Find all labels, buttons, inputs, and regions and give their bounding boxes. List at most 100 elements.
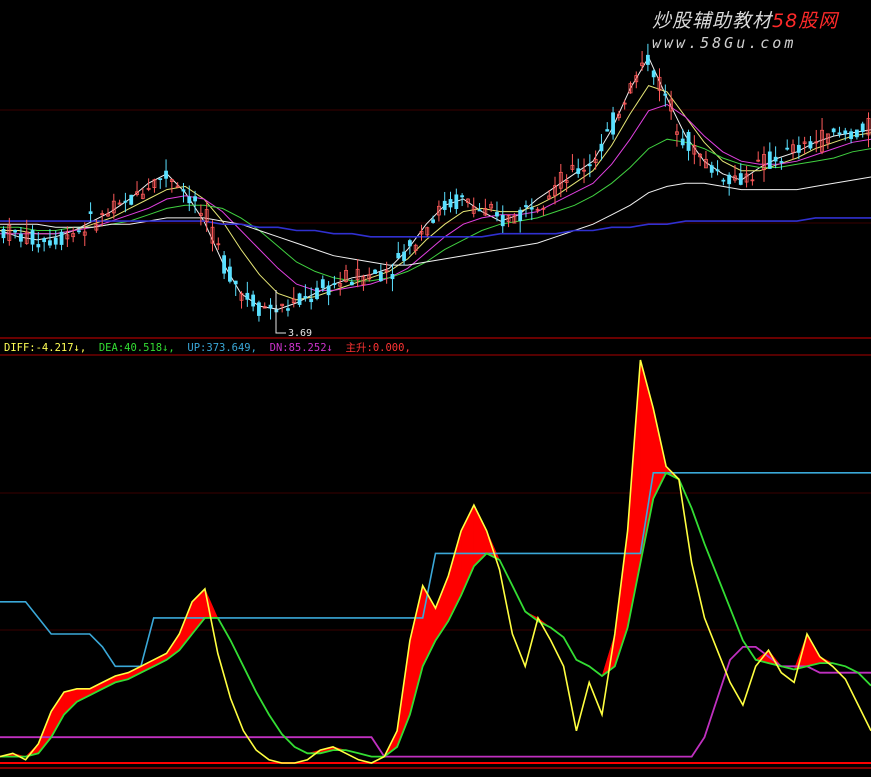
candle-down	[181, 189, 186, 192]
candle-down	[251, 294, 256, 307]
candle-down	[402, 251, 406, 261]
candle-down	[785, 147, 790, 150]
candle-down	[222, 255, 227, 274]
candle-down	[48, 240, 52, 246]
candle-down	[193, 196, 197, 202]
candle-down	[378, 271, 383, 282]
candle-down	[686, 131, 691, 151]
candle-down	[59, 231, 64, 245]
candle-down	[860, 123, 865, 132]
candle-down	[500, 214, 505, 227]
candle-down	[158, 178, 163, 181]
candle-down	[233, 280, 238, 285]
candle-down	[431, 219, 435, 223]
candle-down	[680, 138, 685, 146]
candle-down	[854, 129, 859, 138]
watermark-url: www.58Gu.com	[652, 34, 797, 52]
candle-down	[77, 230, 81, 233]
price-and-indicator-chart	[0, 43, 871, 769]
candle-down	[164, 170, 168, 179]
diff-dea-fill	[50, 691, 65, 739]
candle-down	[396, 253, 401, 259]
candle-down	[477, 209, 482, 212]
diff-dea-fill	[473, 504, 487, 567]
legend-dn: DN:85.252↓	[269, 342, 333, 354]
watermark-title-main: 炒股辅助教材	[652, 10, 773, 32]
candle-down	[576, 168, 581, 174]
candle-down	[42, 238, 47, 243]
candle-down	[13, 229, 18, 233]
candle-down	[448, 199, 453, 208]
candle-down	[599, 143, 604, 152]
diff-dea-fill	[63, 688, 78, 716]
diff-dea-fill	[204, 588, 219, 619]
candle-down	[738, 173, 743, 185]
candle-down	[709, 165, 714, 173]
candle-down	[529, 207, 534, 210]
candle-down	[245, 292, 250, 300]
candle-down	[123, 200, 128, 203]
candle-down	[587, 164, 592, 167]
candle-down	[837, 132, 842, 135]
grid-lines	[0, 109, 871, 769]
candle-down	[454, 194, 459, 210]
price-panel	[0, 43, 871, 334]
candle-down	[808, 141, 813, 149]
candle-down	[779, 161, 784, 163]
diff-line	[0, 359, 871, 764]
candle-down	[373, 269, 377, 274]
diff-dea-fill	[627, 359, 641, 628]
candle-down	[495, 212, 499, 217]
candle-down	[320, 279, 325, 289]
indicator-panel	[0, 359, 871, 764]
candle-down	[605, 129, 610, 132]
legend-zhusheng: 主升:0.000,	[345, 342, 411, 354]
candle-down	[796, 144, 801, 153]
candle-down	[773, 156, 778, 162]
diff-dea-fill	[409, 585, 423, 715]
candle-down	[297, 293, 302, 305]
candle-down	[442, 200, 447, 210]
price-min-label: 3.69	[288, 328, 313, 339]
candle-down	[36, 244, 41, 248]
candle-down	[88, 211, 93, 214]
moving-average-line	[0, 217, 871, 238]
candle-down	[1, 228, 6, 239]
candle-down	[315, 287, 319, 300]
candle-down	[727, 174, 732, 185]
candle-down	[326, 285, 331, 296]
candle-down	[645, 54, 650, 65]
legend-dea: DEA:40.518↓,	[98, 342, 182, 354]
candle-down	[721, 179, 726, 182]
candle-down	[390, 274, 395, 280]
candle-down	[187, 196, 192, 204]
candle-down	[53, 237, 58, 245]
candle-down	[460, 195, 465, 198]
candle-down	[715, 169, 720, 172]
candle-down	[286, 308, 290, 311]
moving-average-line	[0, 85, 871, 301]
watermark-brand: 58股网	[772, 10, 839, 32]
candle-down	[228, 266, 232, 282]
candle-down	[831, 128, 836, 133]
legend-diff: DIFF:-4.217↓,	[4, 342, 93, 354]
candle-down	[843, 130, 848, 135]
candle-down	[309, 298, 314, 303]
candle-down	[518, 209, 523, 222]
legend-up: UP:373.649,	[187, 342, 264, 354]
candle-down	[849, 131, 853, 139]
candle-down	[767, 151, 772, 169]
watermark-title: 炒股辅助教材58股网	[652, 6, 838, 33]
candle-down	[651, 70, 656, 78]
indicator-legend: DIFF:-4.217↓, DEA:40.518↓, UP:373.649, D…	[4, 341, 411, 355]
candle-down	[332, 283, 337, 285]
candle-down	[129, 194, 134, 205]
candle-down	[407, 240, 412, 247]
candle-down	[303, 296, 308, 299]
candle-down	[524, 205, 528, 208]
candle-down	[663, 93, 668, 96]
candle-down	[19, 233, 23, 242]
candle-down	[611, 112, 615, 135]
candle-down	[349, 281, 354, 286]
candle-down	[30, 230, 35, 245]
